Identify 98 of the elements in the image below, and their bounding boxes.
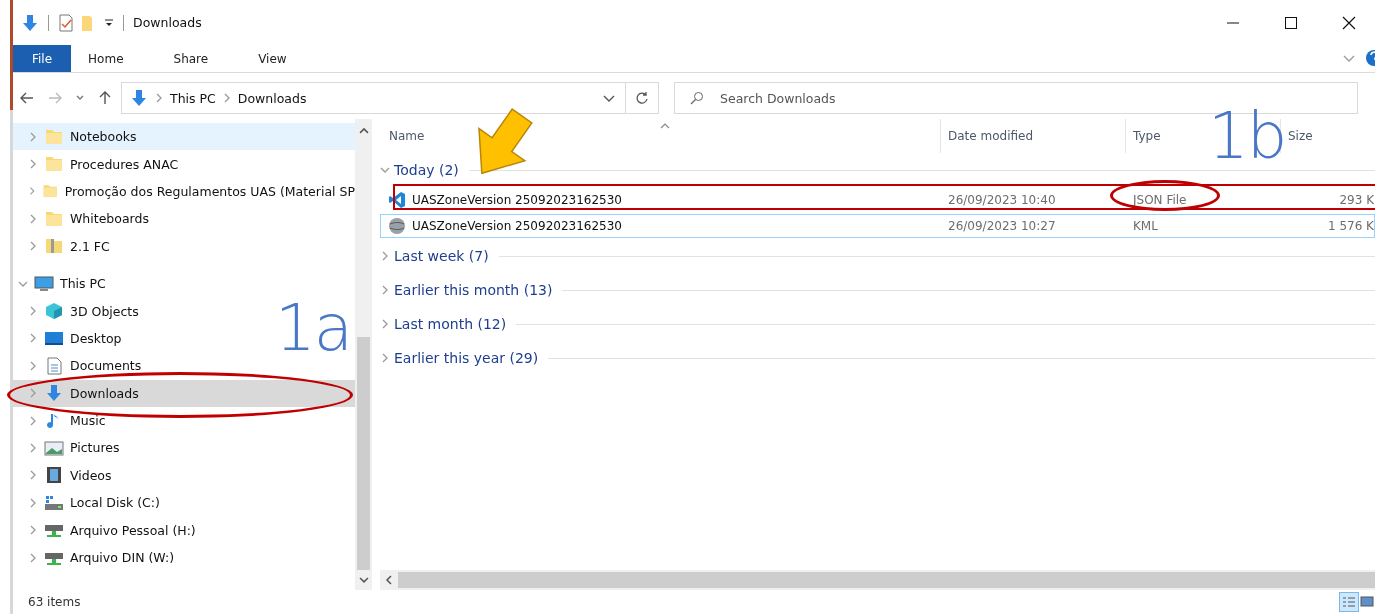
- date-cell-text: 26/09/2023 10:40: [947, 193, 1057, 207]
- expand-chevron-icon[interactable]: [28, 306, 38, 317]
- dropdown-icon[interactable]: [104, 17, 114, 28]
- window-title: Downloads: [133, 15, 202, 30]
- large-icons-icon: [1360, 596, 1374, 608]
- nav-tree-item[interactable]: Music: [70, 413, 106, 429]
- download-arrow-icon: [44, 384, 64, 403]
- expand-chevron-icon[interactable]: [28, 415, 38, 426]
- nav-tree-item[interactable]: Arquivo DIN (W:): [70, 550, 175, 566]
- type-cell-text: KML: [1132, 219, 1159, 233]
- expand-chevron-icon[interactable]: [28, 360, 38, 371]
- expand-chevron-icon[interactable]: [28, 497, 38, 508]
- nav-tree-item[interactable]: Documents: [70, 358, 142, 374]
- nav-tree-item[interactable]: This PC: [60, 276, 106, 292]
- callout-arrow: [478, 108, 534, 174]
- item-count: 63 items: [28, 595, 81, 609]
- properties-icon[interactable]: [58, 13, 74, 32]
- details-view-button[interactable]: [1339, 592, 1359, 612]
- computer-icon: [34, 274, 54, 293]
- expand-chevron-icon[interactable]: [28, 388, 38, 399]
- folder-icon: [44, 127, 64, 146]
- ribbon-tab[interactable]: View: [241, 45, 304, 72]
- type-cell-text: JSON File: [1132, 193, 1188, 207]
- group-header[interactable]: Last month (12): [394, 316, 507, 332]
- cube-icon: [44, 302, 64, 321]
- breadcrumb[interactable]: This PC: [170, 90, 216, 106]
- expand-chevron-icon[interactable]: [28, 443, 38, 453]
- collapse-chevron-icon[interactable]: [380, 165, 390, 175]
- nav-tree-item[interactable]: Local Disk (C:): [70, 495, 160, 511]
- nav-tree-item[interactable]: Notebooks: [13, 123, 355, 151]
- file-name: UASZoneVersion 25092023162530: [412, 193, 622, 207]
- group-header[interactable]: Today (2): [394, 162, 459, 178]
- chevron-down-icon: [76, 95, 84, 101]
- file-row[interactable]: UASZoneVersion 25092023162530 26/09/2023 10:40 JSON File 293 K: [380, 188, 1375, 212]
- code-editor-icon: [388, 191, 406, 209]
- film-icon: [44, 466, 64, 485]
- close-icon: [1342, 15, 1356, 30]
- date-cell-text: 26/09/2023 10:27: [947, 219, 1057, 233]
- maximize-icon: [1285, 16, 1297, 29]
- column-header[interactable]: Date modified: [940, 119, 1125, 153]
- nav-tree-item[interactable]: 3D Objects: [70, 303, 139, 319]
- scrollbar-thumb[interactable]: [357, 336, 370, 571]
- file-name: UASZoneVersion 25092023162530: [412, 219, 622, 233]
- ribbon-tab[interactable]: Share: [156, 45, 226, 72]
- nav-tree-item[interactable]: Pictures: [70, 440, 120, 456]
- breadcrumb-chevron-icon: [154, 93, 164, 103]
- refresh-icon: [635, 91, 649, 105]
- nav-tree-item[interactable]: Promoção dos Regulamentos UAS (Material SP: [64, 183, 355, 199]
- drive-icon: [44, 493, 64, 512]
- file-row[interactable]: UASZoneVersion 25092023162530 26/09/2023 10:27 KML 1 576 K: [380, 214, 1375, 238]
- refresh-button[interactable]: [626, 82, 659, 114]
- expand-chevron-icon[interactable]: [28, 213, 38, 224]
- expand-chevron-icon[interactable]: [380, 251, 390, 261]
- expand-chevron-icon[interactable]: [28, 186, 37, 197]
- address-bar[interactable]: This PC Downloads: [121, 82, 626, 114]
- size-cell-text: 1 576 K: [1326, 219, 1374, 233]
- expand-chevron-icon[interactable]: [28, 552, 38, 563]
- size-cell-text: 293 K: [1338, 193, 1374, 207]
- details-list-icon: [1342, 596, 1356, 608]
- group-header[interactable]: Earlier this year (29): [394, 350, 539, 366]
- nav-tree-item[interactable]: Whiteboards: [70, 211, 149, 227]
- desktop-icon: [44, 329, 64, 348]
- folder-icon: [44, 209, 64, 228]
- expand-chevron-icon[interactable]: [28, 525, 38, 536]
- column-header[interactable]: Name: [380, 119, 940, 153]
- nav-tree-item[interactable]: Arquivo Pessoal (H:): [70, 522, 196, 538]
- nav-tree-item[interactable]: Videos: [70, 467, 112, 483]
- zipped-folder-icon: [44, 237, 64, 256]
- expand-chevron-icon[interactable]: [380, 319, 390, 329]
- expand-chevron-icon[interactable]: [28, 131, 38, 142]
- group-header[interactable]: Last week (7): [394, 248, 489, 264]
- ribbon-tab[interactable]: Home: [71, 45, 141, 72]
- step-label: 1a: [275, 296, 351, 360]
- download-arrow-icon: [21, 13, 39, 32]
- group-header[interactable]: Earlier this month (13): [394, 282, 553, 298]
- pictures-icon: [44, 439, 64, 457]
- expand-chevron-icon[interactable]: [28, 333, 38, 344]
- nav-tree-item[interactable]: Desktop: [70, 330, 122, 346]
- forward-arrow-icon: [48, 92, 62, 104]
- expand-chevron-icon[interactable]: [28, 470, 38, 481]
- scrollbar-thumb[interactable]: [398, 572, 1375, 588]
- search-icon: [690, 91, 704, 105]
- up-arrow-icon: [99, 91, 111, 105]
- expand-chevron-icon[interactable]: [380, 353, 390, 363]
- nav-tree-item[interactable]: Downloads: [13, 379, 355, 407]
- expand-chevron-icon[interactable]: [28, 241, 38, 252]
- breadcrumb[interactable]: Downloads: [237, 90, 307, 106]
- download-arrow-icon: [130, 89, 148, 107]
- sort-caret-icon: [660, 122, 670, 130]
- expand-chevron-icon[interactable]: [380, 285, 390, 295]
- back-arrow-icon: [20, 92, 34, 104]
- document-icon: [44, 356, 64, 375]
- folder-icon: [44, 155, 64, 174]
- nav-tree-item[interactable]: Procedures ANAC: [70, 156, 179, 172]
- ribbon-tab[interactable]: File: [13, 45, 72, 72]
- globe-icon: [388, 217, 406, 235]
- nav-tree-item[interactable]: 2.1 FC: [70, 238, 110, 254]
- expand-chevron-icon[interactable]: [28, 159, 38, 170]
